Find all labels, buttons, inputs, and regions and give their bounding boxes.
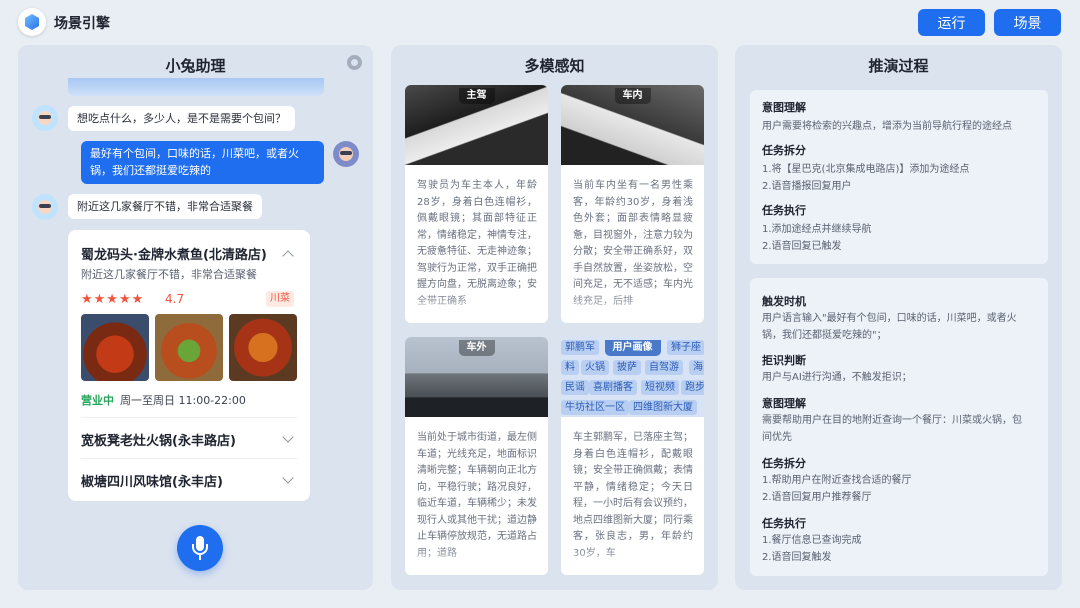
top-bar: 场景引擎 运行 场景	[0, 0, 1080, 44]
profile-tag: 四维图新大厦	[629, 400, 697, 415]
restaurant-item[interactable]: 宽板凳老灶火锅(永丰路店)	[81, 430, 236, 449]
assistant-avatar	[32, 194, 58, 220]
rating-value: 4.7	[165, 292, 185, 306]
reasoning-heading: 任务执行	[762, 204, 806, 217]
reasoning-line: 2.语音回复触发	[762, 552, 832, 563]
divider	[81, 458, 297, 459]
restaurant-item[interactable]: 椒塘四川风味馆(永丰店)	[81, 471, 223, 490]
reasoning-block: 意图理解 用户需要将检索的兴趣点，增添为当前导航行程的途经点 任务拆分 1.将【…	[750, 90, 1048, 264]
perception-title: 多模感知	[524, 57, 585, 75]
food-photo[interactable]	[81, 314, 149, 381]
reasoning-heading: 触发时机	[762, 295, 806, 308]
perception-text: 当前处于城市街道，最左侧车道；光线充足，地面标识清晰完整；车辆朝向正北方向，平稳…	[417, 432, 537, 558]
profile-tag: 料	[561, 360, 579, 375]
reasoning-line: 1.将【星巴克(北京集成电路店)】添加为途经点	[762, 164, 970, 175]
profile-tag: 喜剧播客	[589, 380, 637, 395]
profile-tag: 郭鹏军	[561, 340, 599, 355]
divider	[81, 417, 297, 418]
scene-button[interactable]: 场景	[994, 9, 1061, 36]
reasoning-line: 用户语言输入"最好有个包间，口味的话，川菜吧，或者火	[762, 313, 1017, 324]
perception-card-exterior[interactable]: 车外 当前处于城市街道，最左侧车道；光线充足，地面标识清晰完整；车辆朝向正北方向…	[405, 337, 548, 575]
reasoning-title: 推演过程	[868, 57, 929, 75]
reasoning-heading: 任务执行	[762, 517, 806, 530]
profile-tag: 披萨	[613, 360, 641, 375]
expand-chevron-icon[interactable]	[282, 472, 294, 484]
cuisine-tag: 川菜	[266, 291, 294, 307]
profile-tag: 狮子座	[667, 340, 704, 355]
user-avatar	[333, 141, 359, 167]
perception-text: 当前车内坐有一名男性乘客，年龄约30岁，身着浅色外套；面部表情略显疲惫，目视窗外…	[573, 180, 693, 306]
assistant-avatar	[32, 105, 58, 131]
reasoning-line: 用户与AI进行沟通，不触发拒识；	[762, 372, 912, 383]
reasoning-heading: 意图理解	[762, 397, 806, 410]
chat-message-user: 最好有个包间，口味的话，川菜吧，或者火 锅，我们还都挺爱吃辣的	[81, 141, 324, 184]
opening-hours: 周一至周日 11:00-22:00	[120, 394, 246, 407]
chat-message-ai: 附近这几家餐厅不错，非常合适聚餐	[68, 194, 262, 219]
open-status: 营业中	[81, 394, 114, 407]
food-photo[interactable]	[155, 314, 223, 381]
chat-message-ai: 想吃点什么，多少人，是不是需要个包间？	[68, 106, 295, 131]
reasoning-line: 2.语音回复已触发	[762, 241, 842, 252]
profile-tag: 牛坊社区一区	[561, 400, 629, 415]
camera-label: 车外	[458, 340, 495, 356]
app-title: 场景引擎	[54, 16, 110, 32]
microphone-button[interactable]	[177, 525, 223, 571]
perception-panel: 多模感知 主驾 驾驶员为车主本人，年龄28岁，身着白色连帽衫，佩戴眼镜；其面部特…	[391, 45, 718, 590]
reasoning-block: 触发时机 用户语言输入"最好有个包间，口味的话，川菜吧，或者火 锅，我们还都挺爱…	[750, 278, 1048, 576]
perception-card-driver[interactable]: 主驾 驾驶员为车主本人，年龄28岁，身着白色连帽衫，佩戴眼镜；其面部特征正常，情…	[405, 85, 548, 323]
perception-card-cabin[interactable]: 车内 当前车内坐有一名男性乘客，年龄约30岁，身着浅色外套；面部表情略显疲惫，目…	[561, 85, 704, 323]
food-photo[interactable]	[229, 314, 297, 381]
restaurant-card: 蜀龙码头·金牌水煮鱼(北清路店) 附近这几家餐厅不错，非常合适聚餐 ★★★★★ …	[68, 230, 310, 501]
reasoning-panel: 推演过程 意图理解 用户需要将检索的兴趣点，增添为当前导航行程的途经点 任务拆分…	[735, 45, 1062, 590]
app-logo-icon	[18, 8, 46, 36]
profile-tag: 海	[689, 360, 704, 375]
chat-message-user-line1: 最好有个包间，口味的话，川菜吧，或者火	[90, 147, 299, 160]
perception-text: 车主郭鹏军，已落座主驾；身着白色连帽衫，配戴眼镜；安全带正确佩戴；表情平静，情绪…	[573, 432, 693, 558]
reasoning-line: 间优先	[762, 432, 792, 443]
previous-message-bubble	[68, 78, 324, 96]
assistant-title: 小兔助理	[165, 57, 226, 75]
reasoning-heading: 任务拆分	[762, 457, 806, 470]
expand-chevron-icon[interactable]	[282, 431, 294, 443]
rating-stars-icon: ★★★★★	[81, 292, 145, 307]
profile-tag: 火锅	[581, 360, 609, 375]
collapse-chevron-icon[interactable]	[282, 250, 294, 262]
chat-message-user-line2: 锅，我们还都挺爱吃辣的	[90, 164, 211, 177]
reasoning-line: 1.添加途经点并继续导航	[762, 224, 872, 235]
profile-tag: 跑步	[681, 380, 704, 395]
reasoning-heading: 意图理解	[762, 101, 806, 114]
restaurant-name[interactable]: 蜀龙码头·金牌水煮鱼(北清路店)	[81, 244, 267, 263]
reasoning-line: 1.餐厅信息已查询完成	[762, 535, 862, 546]
reasoning-heading: 拒识判断	[762, 354, 806, 367]
reasoning-line: 锅，我们还都挺爱吃辣的"；	[762, 330, 887, 341]
profile-tag: 自驾游	[645, 360, 683, 375]
reasoning-line: 用户需要将检索的兴趣点，增添为当前导航行程的途经点	[762, 121, 1012, 132]
camera-label: 车内	[614, 88, 651, 104]
profile-tag: 民谣	[561, 380, 589, 395]
camera-label: 用户画像	[604, 340, 661, 356]
camera-label: 主驾	[458, 88, 495, 104]
perception-text: 驾驶员为车主本人，年龄28岁，身着白色连帽衫，佩戴眼镜；其面部特征正常，情绪稳定…	[417, 180, 537, 306]
reasoning-heading: 任务拆分	[762, 144, 806, 157]
run-button[interactable]: 运行	[918, 9, 985, 36]
reasoning-line: 2.语音回复用户推荐餐厅	[762, 492, 872, 503]
settings-gear-icon[interactable]	[347, 55, 362, 70]
profile-tag: 短视频	[641, 380, 679, 395]
perception-card-profile[interactable]: 郭鹏军 狮子座 料 火锅 披萨 自驾游 海 民谣 喜剧播客 短视频 跑步 牛坊社…	[561, 337, 704, 575]
reasoning-line: 2.语音播报回复用户	[762, 181, 852, 192]
reasoning-line: 1.帮助用户在附近查找合适的餐厅	[762, 475, 912, 486]
reasoning-line: 需要帮助用户在目的地附近查询一个餐厅：川菜或火锅，包	[762, 415, 1022, 426]
restaurant-desc: 附近这几家餐厅不错，非常合适聚餐	[81, 268, 257, 281]
